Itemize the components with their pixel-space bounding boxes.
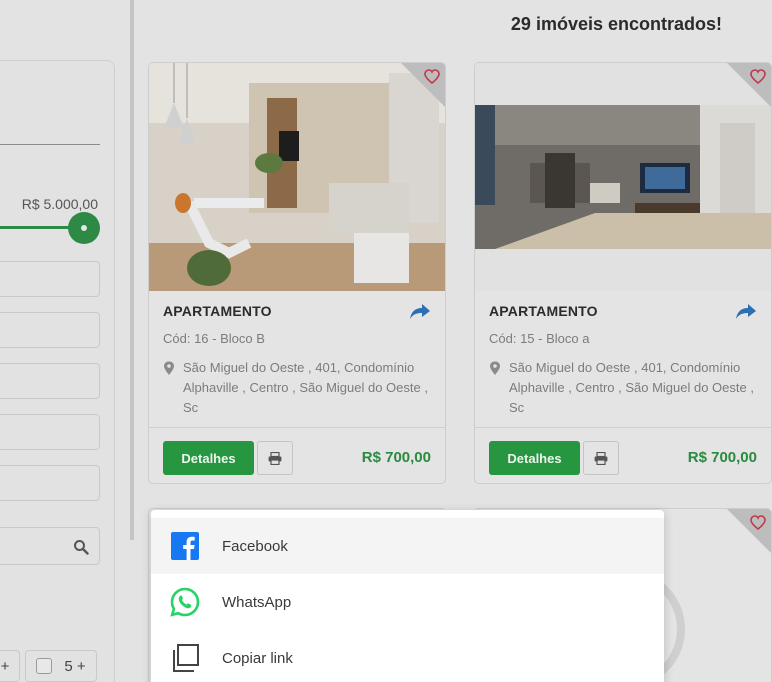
property-address: São Miguel do Oeste , 401, Condomínio Al… xyxy=(489,358,757,418)
location-pin-icon xyxy=(490,361,500,375)
property-type: APARTAMENTO xyxy=(163,303,272,319)
share-option-copy-link[interactable]: Copiar link xyxy=(151,630,664,682)
property-price: R$ 700,00 xyxy=(687,449,757,466)
card-body: APARTAMENTO Cód: 15 - Bloco a São Miguel… xyxy=(489,303,757,418)
property-card: APARTAMENTO Cód: 15 - Bloco a São Miguel… xyxy=(474,62,772,484)
price-max-value: R$ 5.000,00 xyxy=(21,196,98,212)
filter-field-2[interactable] xyxy=(0,312,100,348)
property-code: Cód: 15 - Bloco a xyxy=(489,331,590,346)
heart-icon[interactable] xyxy=(750,515,766,530)
filter-underline xyxy=(0,144,100,145)
property-address-text: São Miguel do Oeste , 401, Condomínio Al… xyxy=(509,360,754,415)
print-button[interactable] xyxy=(257,441,293,475)
share-option-label: Facebook xyxy=(222,537,288,555)
price-range-handle[interactable] xyxy=(68,212,100,244)
property-address: São Miguel do Oeste , 401, Condomínio Al… xyxy=(163,358,431,418)
filter-field-5[interactable] xyxy=(0,465,100,501)
card-divider xyxy=(149,427,445,428)
property-photo[interactable] xyxy=(475,63,771,291)
card-body: APARTAMENTO Cód: 16 - Bloco B São Miguel… xyxy=(163,303,431,418)
details-button[interactable]: Detalhes xyxy=(489,441,580,475)
property-code: Cód: 16 - Bloco B xyxy=(163,331,265,346)
property-card: APARTAMENTO Cód: 16 - Bloco B São Miguel… xyxy=(148,62,446,484)
copy-icon xyxy=(173,644,199,672)
location-pin-icon xyxy=(164,361,174,375)
room-option-4[interactable]: + xyxy=(0,650,20,682)
room-option-label: 5 + xyxy=(64,657,86,675)
room-checkbox[interactable] xyxy=(36,658,53,674)
results-count: 29 imóveis encontrados! xyxy=(510,14,722,34)
share-option-facebook[interactable]: Facebook xyxy=(151,518,664,574)
whatsapp-icon xyxy=(170,587,200,617)
share-menu: Facebook WhatsApp Copiar link xyxy=(151,510,664,682)
property-address-text: São Miguel do Oeste , 401, Condomínio Al… xyxy=(183,360,428,415)
facebook-icon xyxy=(171,532,199,560)
filter-field-4[interactable] xyxy=(0,414,100,450)
print-icon xyxy=(268,451,282,465)
sidebar-divider xyxy=(130,0,134,540)
search-input[interactable] xyxy=(0,527,100,565)
property-type: APARTAMENTO xyxy=(489,303,598,319)
room-option-5plus[interactable]: 5 + xyxy=(25,650,97,682)
share-icon[interactable] xyxy=(735,303,757,321)
filter-field-3[interactable] xyxy=(0,363,100,399)
property-photo[interactable] xyxy=(149,63,445,291)
card-divider xyxy=(475,427,771,428)
share-option-whatsapp[interactable]: WhatsApp xyxy=(151,574,664,630)
print-icon xyxy=(594,451,608,465)
details-button[interactable]: Detalhes xyxy=(163,441,254,475)
print-button[interactable] xyxy=(583,441,619,475)
filter-field-1[interactable] xyxy=(0,261,100,297)
share-option-label: Copiar link xyxy=(222,649,293,667)
heart-icon[interactable] xyxy=(750,69,766,84)
share-option-label: WhatsApp xyxy=(222,593,292,611)
property-price: R$ 700,00 xyxy=(361,449,431,466)
search-icon[interactable] xyxy=(73,539,89,555)
room-option-label: + xyxy=(0,657,10,675)
share-icon[interactable] xyxy=(409,303,431,321)
heart-icon[interactable] xyxy=(424,69,440,84)
